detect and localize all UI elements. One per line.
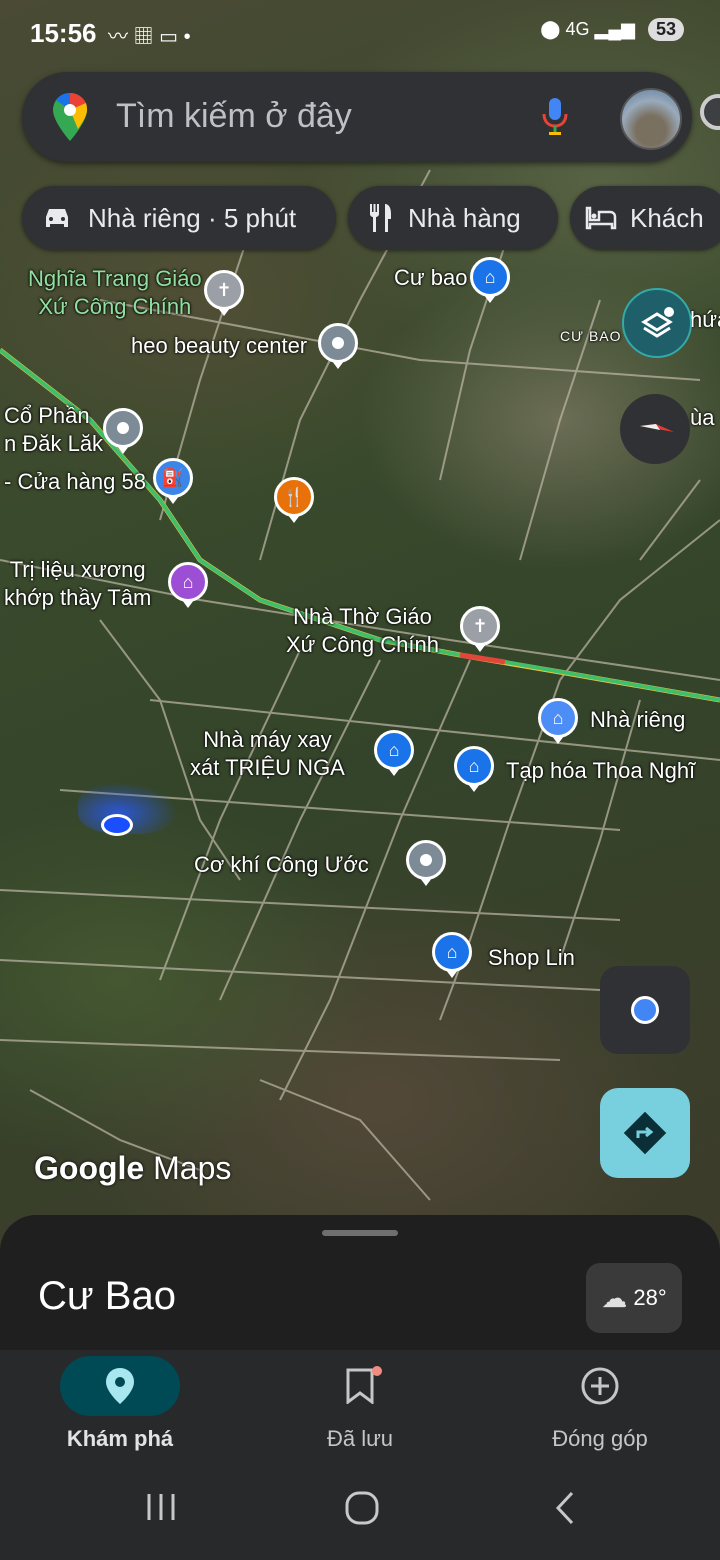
home-pin-icon[interactable]: ⌂ <box>538 698 578 744</box>
nav-explore[interactable]: Khám phá <box>20 1356 220 1452</box>
chip-hotels-label: Khách <box>630 202 704 233</box>
directions-button[interactable] <box>600 1088 690 1178</box>
rice-mill-label[interactable]: Nhà máy xay xát TRIỆU NGA <box>190 726 345 782</box>
gas-station-label[interactable]: - Cửa hàng 58 <box>4 468 146 496</box>
edge-label-mid: ùa <box>690 405 715 430</box>
my-location-button[interactable] <box>600 966 690 1054</box>
nav-saved[interactable]: Đã lưu <box>260 1356 460 1452</box>
my-location-icon <box>631 996 659 1024</box>
fork-knife-icon <box>364 201 398 235</box>
home-label[interactable]: Nhà riêng <box>590 706 685 734</box>
temperature: 28° <box>633 1285 667 1310</box>
car-icon <box>40 201 74 235</box>
layers-button[interactable] <box>622 288 692 358</box>
sheet-drag-handle[interactable] <box>322 1230 398 1236</box>
search-bar[interactable]: Tìm kiếm ở đây <box>22 72 692 162</box>
avatar[interactable] <box>620 88 682 150</box>
compass-icon <box>640 424 674 432</box>
layers-icon <box>641 307 674 338</box>
company-label[interactable]: Cổ Phần n Đăk Lăk <box>4 402 103 458</box>
cu-bao-poi-label[interactable]: Cư bao <box>394 264 467 292</box>
notification-dot <box>372 1366 382 1376</box>
compass-button[interactable] <box>620 394 690 464</box>
nav-contribute-label: Đóng góp <box>552 1426 648 1451</box>
recent-apps-icon[interactable] <box>144 1490 178 1533</box>
church-label[interactable]: Nhà Thờ Giáo Xứ Công Chính <box>286 603 439 659</box>
cemetery-pin-icon[interactable]: ✝ <box>204 270 244 316</box>
edge-label-top: hứa <box>690 307 720 332</box>
church-pin-icon[interactable]: ✝ <box>460 606 500 652</box>
status-notification-icons: 〰 ▦ ▭ • <box>108 26 191 48</box>
location-status-icon: ⬤ <box>540 19 561 39</box>
chip-home-label: Nhà riêng · 5 phút <box>88 202 297 233</box>
shop-lin-label[interactable]: Shop Lin <box>488 944 575 972</box>
chip-restaurants-label: Nhà hàng <box>408 202 521 233</box>
bookmark-icon <box>300 1356 420 1416</box>
nav-saved-label: Đã lưu <box>326 1426 394 1451</box>
home-button-icon[interactable] <box>344 1490 380 1535</box>
therapy-pin-icon[interactable]: ⌂ <box>168 562 208 608</box>
nav-contribute[interactable]: Đóng góp <box>500 1356 700 1452</box>
chip-home[interactable]: Nhà riêng · 5 phút <box>22 186 336 250</box>
directions-icon <box>623 1111 667 1155</box>
restaurant-pin-icon[interactable]: 🍴 <box>274 477 314 523</box>
chip-hotels[interactable]: Khách <box>570 186 720 250</box>
area-label: CƯ BAO <box>560 328 622 344</box>
status-right-icons: ⬤ 4G ▂▄▆ 53 <box>540 18 684 41</box>
google-maps-watermark: Google Maps <box>34 1150 232 1186</box>
grocery-label[interactable]: Tạp hóa Thoa Nghĩ <box>506 757 695 785</box>
therapy-label[interactable]: Trị liệu xương khớp thầy Tâm <box>4 556 151 612</box>
bed-icon <box>584 201 618 235</box>
place-pin-icon[interactable] <box>406 840 446 886</box>
search-placeholder[interactable]: Tìm kiếm ở đây <box>116 97 352 136</box>
location-pin-icon <box>60 1356 180 1416</box>
beauty-center-label[interactable]: heo beauty center <box>131 332 307 360</box>
shopping-bag-pin-icon[interactable]: ⌂ <box>454 746 494 792</box>
google-maps-logo-icon <box>53 93 87 141</box>
add-circle-icon <box>540 1356 660 1416</box>
current-location-dot <box>101 814 133 836</box>
status-time: 15:56 <box>30 18 97 48</box>
network-label: 4G <box>565 19 590 39</box>
battery-level: 53 <box>647 18 684 41</box>
gas-station-pin-icon[interactable]: ⛽ <box>153 458 193 504</box>
company-pin-icon[interactable] <box>103 408 143 454</box>
cloud-icon: ☁ <box>601 1282 628 1313</box>
cemetery-label[interactable]: Nghĩa Trang Giáo Xứ Công Chính <box>28 265 202 321</box>
shopping-bag-pin-icon[interactable]: ⌂ <box>374 730 414 776</box>
place-pin-icon[interactable] <box>318 323 358 369</box>
status-bar: 15:56 〰 ▦ ▭ • ⬤ 4G ▂▄▆ 53 <box>0 0 720 68</box>
chip-restaurants[interactable]: Nhà hàng <box>348 186 558 250</box>
mechanic-label[interactable]: Cơ khí Công Ước <box>194 851 369 879</box>
nav-explore-label: Khám phá <box>66 1426 174 1451</box>
back-icon[interactable] <box>552 1490 578 1535</box>
signal-icon: ▂▄▆ <box>594 19 635 39</box>
place-name: Cư Bao <box>38 1274 176 1318</box>
weather-chip[interactable]: ☁ 28° <box>586 1263 682 1333</box>
shopping-bag-pin-icon[interactable]: ⌂ <box>470 257 510 303</box>
microphone-icon[interactable] <box>540 96 570 138</box>
shopping-bag-pin-icon[interactable]: ⌂ <box>432 932 472 978</box>
